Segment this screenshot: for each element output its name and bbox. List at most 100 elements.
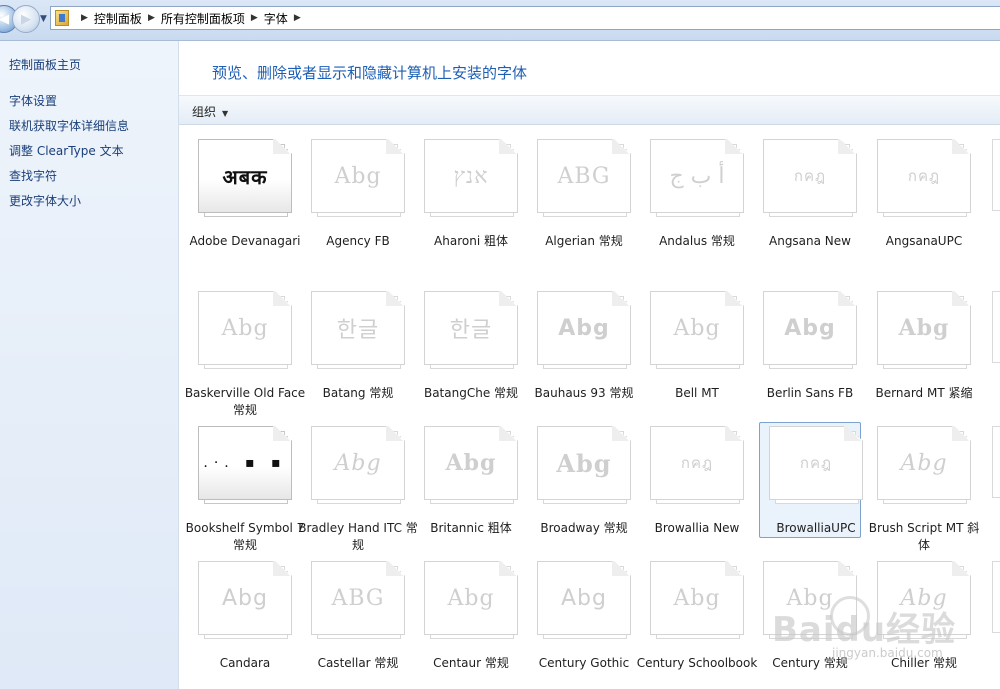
sidebar-link-find-character[interactable]: 查找字符 xyxy=(9,167,57,184)
font-file-icon: Abg xyxy=(311,139,405,217)
font-name: Bradley Hand ITC 常规 xyxy=(298,521,418,552)
font-name: Candara xyxy=(219,656,271,670)
font-name: Castellar 常规 xyxy=(317,656,399,670)
arrow-left-icon: ◀ xyxy=(0,11,9,27)
page-title: 预览、删除或者显示和隐藏计算机上安装的字体 xyxy=(212,64,528,82)
font-sample: Abg xyxy=(784,315,836,341)
font-file-icon: Abg xyxy=(198,291,292,369)
font-name: Century Gothic xyxy=(538,656,630,670)
breadcrumb-fonts[interactable]: 字体 xyxy=(264,10,288,27)
font-name: Agency FB xyxy=(326,234,390,248)
font-sample: Abg xyxy=(334,450,382,476)
arrow-right-icon: ▶ xyxy=(21,11,31,27)
font-sample: अबक xyxy=(222,164,268,189)
font-sample: Abg xyxy=(556,448,612,478)
font-sample: 한글 xyxy=(336,318,380,343)
font-sample: Abg xyxy=(447,585,495,611)
history-dropdown-icon[interactable]: ▼ xyxy=(40,14,47,24)
font-name: BrowalliaUPC xyxy=(776,521,856,535)
font-name: Angsana New xyxy=(769,234,851,248)
font-name: Bauhaus 93 常规 xyxy=(534,386,634,400)
font-name: Batang 常规 xyxy=(322,386,394,400)
font-file-icon: Abg xyxy=(424,426,518,504)
chevron-right-icon[interactable]: ▶ xyxy=(148,13,155,23)
breadcrumb-control-panel[interactable]: 控制面板 xyxy=(94,10,142,27)
sidebar-link-home[interactable]: 控制面板主页 xyxy=(9,56,81,73)
font-name: Broadway 常规 xyxy=(540,521,628,535)
font-sample: กคฎ xyxy=(907,167,941,185)
font-file-icon: 한글 xyxy=(424,291,518,369)
font-name: Berlin Sans FB xyxy=(766,386,854,400)
font-sample: 한글 xyxy=(449,318,493,343)
chevron-right-icon[interactable]: ▶ xyxy=(81,13,88,23)
font-tile-partial[interactable] xyxy=(992,139,1000,211)
font-file-icon: .·. ▪ ▪ xyxy=(198,426,292,504)
font-sample: Abg xyxy=(898,315,950,341)
font-name: Brush Script MT 斜体 xyxy=(868,521,980,552)
font-sample: Abg xyxy=(673,585,721,611)
font-name: Algerian 常规 xyxy=(545,234,623,248)
sidebar-link-font-settings[interactable]: 字体设置 xyxy=(9,92,57,109)
font-file-icon: אנץ xyxy=(424,139,518,217)
font-name: Browallia New xyxy=(654,521,740,535)
font-sample: אנץ xyxy=(453,164,489,189)
font-name: Bernard MT 紧缩 xyxy=(875,386,973,400)
forward-button[interactable]: ▶ xyxy=(12,5,40,33)
font-file-icon: अबक xyxy=(198,139,292,217)
font-name: BatangChe 常规 xyxy=(423,386,519,400)
font-sample: กคฎ xyxy=(799,454,833,472)
font-tile-partial[interactable] xyxy=(992,291,1000,363)
chevron-down-icon: ▼ xyxy=(222,109,229,118)
font-name: Andalus 常规 xyxy=(659,234,735,248)
font-tile-partial[interactable] xyxy=(992,561,1000,633)
sidebar-link-change-font-size[interactable]: 更改字体大小 xyxy=(9,192,81,209)
font-name: Britannic 粗体 xyxy=(430,521,512,535)
font-sample: Abg xyxy=(786,585,834,611)
font-file-icon: 한글 xyxy=(311,291,405,369)
font-name: Bell MT xyxy=(675,386,719,400)
font-name: Century Schoolbook xyxy=(636,656,758,670)
font-name: Aharoni 粗体 xyxy=(434,234,508,248)
sidebar: 控制面板主页 字体设置 联机获取字体详细信息 调整 ClearType 文本 查… xyxy=(0,41,179,689)
font-file-icon: กคฎ xyxy=(877,139,971,217)
font-name: Century 常规 xyxy=(772,656,848,670)
font-tile-partial[interactable] xyxy=(992,426,1000,498)
font-file-icon: ABG xyxy=(311,561,405,639)
font-file-icon: Abg xyxy=(537,426,631,504)
font-file-icon: Abg xyxy=(537,561,631,639)
font-sample: Abg xyxy=(900,585,948,611)
font-file-icon: أ ب ج xyxy=(650,139,744,217)
organize-menu-button[interactable]: 组织 ▼ xyxy=(192,103,228,120)
font-file-icon: Abg xyxy=(763,561,857,639)
font-sample: أ ب ج xyxy=(669,163,725,189)
font-sample: Abg xyxy=(561,585,607,611)
font-sample: Abg xyxy=(445,450,497,476)
font-file-icon: Abg xyxy=(650,291,744,369)
font-name: Chiller 常规 xyxy=(890,656,958,670)
font-sample: Abg xyxy=(558,315,610,341)
font-file-icon: Abg xyxy=(877,291,971,369)
sidebar-link-cleartype[interactable]: 调整 ClearType 文本 xyxy=(9,142,124,159)
control-panel-folder-icon xyxy=(55,10,69,26)
chevron-right-icon[interactable]: ▶ xyxy=(251,13,258,23)
address-bar[interactable]: ▶ 控制面板 ▶ 所有控制面板项 ▶ 字体 ▶ xyxy=(50,6,1000,30)
sidebar-link-online-font-info[interactable]: 联机获取字体详细信息 xyxy=(9,117,129,134)
font-file-icon: Abg xyxy=(311,426,405,504)
font-sample: Abg xyxy=(221,315,269,341)
font-name: Adobe Devanagari xyxy=(189,234,301,248)
font-sample: กคฎ xyxy=(680,454,714,472)
breadcrumb-all-items[interactable]: 所有控制面板项 xyxy=(161,10,245,27)
address-toolbar: ◀ ▶ ▼ ▶ 控制面板 ▶ 所有控制面板项 ▶ 字体 ▶ xyxy=(0,0,1000,41)
font-file-icon: Abg xyxy=(424,561,518,639)
font-sample: Abg xyxy=(900,450,948,476)
font-file-icon: Abg xyxy=(650,561,744,639)
font-sample: Abg xyxy=(222,585,268,611)
command-bar: 组织 ▼ xyxy=(179,95,1000,125)
font-sample: กคฎ xyxy=(793,167,827,185)
font-file-icon: Abg xyxy=(763,291,857,369)
font-name: Bookshelf Symbol 7 常规 xyxy=(185,521,305,552)
font-sample: ABG xyxy=(557,163,611,189)
font-file-icon: กคฎ xyxy=(769,426,863,504)
font-sample: Abg xyxy=(673,315,721,341)
chevron-right-icon[interactable]: ▶ xyxy=(294,13,301,23)
